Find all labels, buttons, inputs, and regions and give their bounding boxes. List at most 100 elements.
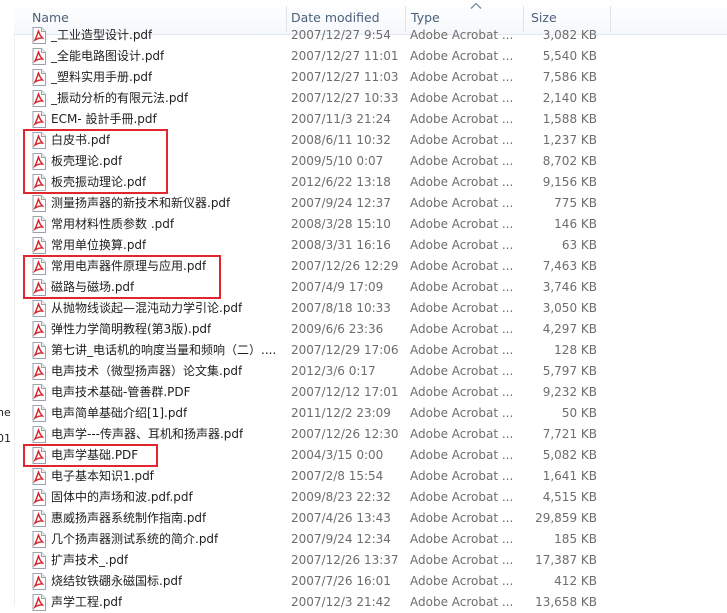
file-row[interactable]: 磁路与磁场.pdf 2007/4/9 17:09 Adobe Acrobat ...… <box>14 277 727 298</box>
file-size: 8,702 KB <box>542 154 597 168</box>
file-size: 3,082 KB <box>542 28 597 42</box>
file-name[interactable]: _全能电路图设计.pdf <box>51 46 164 67</box>
file-date-modified: 2007/11/3 21:24 <box>291 112 391 126</box>
file-row[interactable]: _工业造型设计.pdf 2007/12/27 9:54 Adobe Acrobat … <box>14 25 727 46</box>
file-type: Adobe Acrobat ... <box>410 364 514 378</box>
file-type: Adobe Acrobat ... <box>410 28 514 42</box>
file-name[interactable]: 固体中的声场和波.pdf.pdf <box>51 487 193 508</box>
file-size: 9,232 KB <box>542 385 597 399</box>
file-row[interactable]: ECM- 設計手冊.pdf 2007/11/3 21:24 Adobe Acroba… <box>14 109 727 130</box>
pdf-file-icon <box>32 594 46 611</box>
pdf-file-icon <box>32 573 46 590</box>
file-name[interactable]: 板壳理论.pdf <box>51 151 122 172</box>
left-pane-text-fragment: 01 <box>0 432 11 445</box>
file-name[interactable]: 烧结钕铁硼永磁国标.pdf <box>51 571 182 592</box>
file-row[interactable]: 板壳振动理论.pdf 2012/6/22 13:18 Adobe Acrobat .… <box>14 172 727 193</box>
file-name[interactable]: 测量扬声器的新技术和新仪器.pdf <box>51 193 230 214</box>
file-row[interactable]: 从抛物线谈起—混沌动力学引论.pdf 2007/8/18 10:33 Adobe A… <box>14 298 727 319</box>
file-size: 1,237 KB <box>542 133 597 147</box>
file-row[interactable]: 常用单位换算.pdf 2008/3/31 16:16 Adobe Acrobat .… <box>14 235 727 256</box>
file-name[interactable]: 常用单位换算.pdf <box>51 235 146 256</box>
file-type: Adobe Acrobat ... <box>410 280 514 294</box>
file-name[interactable]: 板壳振动理论.pdf <box>51 172 146 193</box>
file-date-modified: 2008/3/28 15:10 <box>291 217 391 231</box>
pdf-file-icon <box>32 195 46 212</box>
file-type: Adobe Acrobat ... <box>410 385 514 399</box>
pdf-file-icon <box>32 279 46 296</box>
file-name[interactable]: 几个扬声器测试系统的简介.pdf <box>51 529 218 550</box>
pdf-file-icon <box>32 405 46 422</box>
file-name[interactable]: 电声学---传声器、耳机和扬声器.pdf <box>51 424 243 445</box>
file-date-modified: 2007/12/27 11:01 <box>291 49 399 63</box>
file-row[interactable]: _塑料实用手册.pdf 2007/12/27 11:03 Adobe Acrobat… <box>14 67 727 88</box>
file-name[interactable]: 扩声技术_.pdf <box>51 550 128 571</box>
file-name[interactable]: 声学工程.pdf <box>51 592 122 613</box>
pdf-file-icon <box>32 237 46 254</box>
file-name[interactable]: 电声技术基础-管善群.PDF <box>51 382 191 403</box>
pdf-file-icon <box>32 300 46 317</box>
file-type: Adobe Acrobat ... <box>410 175 514 189</box>
file-name[interactable]: _塑料实用手册.pdf <box>51 67 152 88</box>
file-name[interactable]: _工业造型设计.pdf <box>51 25 152 46</box>
file-row[interactable]: 电声技术（微型扬声器）论文集.pdf 2012/3/6 0:17 Adobe Acr… <box>14 361 727 382</box>
file-type: Adobe Acrobat ... <box>410 112 514 126</box>
file-row[interactable]: 电声技术基础-管善群.PDF 2007/12/12 17:01 Adobe Acro… <box>14 382 727 403</box>
file-type: Adobe Acrobat ... <box>410 427 514 441</box>
file-name[interactable]: 从抛物线谈起—混沌动力学引论.pdf <box>51 298 242 319</box>
file-size: 5,797 KB <box>542 364 597 378</box>
file-date-modified: 2007/8/18 10:33 <box>291 301 391 315</box>
file-row[interactable]: 烧结钕铁硼永磁国标.pdf 2007/7/26 16:01 Adobe Acroba… <box>14 571 727 592</box>
file-row[interactable]: _振动分析的有限元法.pdf 2007/12/27 10:33 Adobe Acro… <box>14 88 727 109</box>
file-size: 9,156 KB <box>542 175 597 189</box>
file-row[interactable]: 常用电声器件原理与应用.pdf 2007/12/26 12:29 Adobe Acr… <box>14 256 727 277</box>
file-row[interactable]: 电子基本知识1.pdf 2007/2/8 15:54 Adobe Acrobat .… <box>14 466 727 487</box>
file-type: Adobe Acrobat ... <box>410 490 514 504</box>
file-date-modified: 2007/12/26 13:37 <box>291 553 399 567</box>
file-date-modified: 2007/12/27 9:54 <box>291 28 391 42</box>
file-date-modified: 2012/6/22 13:18 <box>291 175 391 189</box>
file-row[interactable]: 白皮书.pdf 2008/6/11 10:32 Adobe Acrobat ... 1… <box>14 130 727 151</box>
file-name[interactable]: _振动分析的有限元法.pdf <box>51 88 188 109</box>
file-name[interactable]: 白皮书.pdf <box>51 130 110 151</box>
file-date-modified: 2007/12/3 21:42 <box>291 595 391 609</box>
file-name[interactable]: 弹性力学简明教程(第3版).pdf <box>51 319 211 340</box>
pdf-file-icon <box>32 132 46 149</box>
file-name[interactable]: 电声学基础.PDF <box>51 445 138 466</box>
file-date-modified: 2009/6/6 23:36 <box>291 322 384 336</box>
file-row[interactable]: 电声学基础.PDF 2004/3/15 0:00 Adobe Acrobat ...… <box>14 445 727 466</box>
file-row[interactable]: 测量扬声器的新技术和新仪器.pdf 2007/9/24 12:37 Adobe Ac… <box>14 193 727 214</box>
file-name[interactable]: 电声简单基础介绍[1].pdf <box>51 403 187 424</box>
file-name[interactable]: ECM- 設計手冊.pdf <box>51 109 157 130</box>
file-date-modified: 2007/7/26 16:01 <box>291 574 391 588</box>
file-name[interactable]: 常用材料性质参数 .pdf <box>51 214 174 235</box>
file-row[interactable]: 电声学---传声器、耳机和扬声器.pdf 2007/12/26 12:30 Adob… <box>14 424 727 445</box>
file-size: 146 KB <box>554 217 597 231</box>
file-name[interactable]: 磁路与磁场.pdf <box>51 277 134 298</box>
file-row[interactable]: 固体中的声场和波.pdf.pdf 2009/8/23 22:32 Adobe Acr… <box>14 487 727 508</box>
file-name[interactable]: 电子基本知识1.pdf <box>51 466 154 487</box>
pdf-file-icon <box>32 384 46 401</box>
file-date-modified: 2007/9/24 12:37 <box>291 196 391 210</box>
file-type: Adobe Acrobat ... <box>410 469 514 483</box>
file-size: 50 KB <box>561 406 597 420</box>
file-type: Adobe Acrobat ... <box>410 133 514 147</box>
file-name[interactable]: 电声技术（微型扬声器）论文集.pdf <box>51 361 242 382</box>
file-row[interactable]: 第七讲_电话机的响度当量和频响（二）.... 2007/12/29 17:06 Ad… <box>14 340 727 361</box>
file-row[interactable]: _全能电路图设计.pdf 2007/12/27 11:01 Adobe Acroba… <box>14 46 727 67</box>
file-row[interactable]: 声学工程.pdf 2007/12/3 21:42 Adobe Acrobat ...… <box>14 592 727 613</box>
pdf-file-icon <box>32 111 46 128</box>
file-type: Adobe Acrobat ... <box>410 532 514 546</box>
file-name[interactable]: 常用电声器件原理与应用.pdf <box>51 256 206 277</box>
file-row[interactable]: 常用材料性质参数 .pdf 2008/3/28 15:10 Adobe Acroba… <box>14 214 727 235</box>
file-name[interactable]: 第七讲_电话机的响度当量和频响（二）.... <box>51 340 276 361</box>
sort-up-arrow-icon <box>470 2 482 9</box>
file-row[interactable]: 电声简单基础介绍[1].pdf 2011/12/2 23:09 Adobe Acro… <box>14 403 727 424</box>
file-row[interactable]: 扩声技术_.pdf 2007/12/26 13:37 Adobe Acrobat .… <box>14 550 727 571</box>
file-row[interactable]: 几个扬声器测试系统的简介.pdf 2007/9/24 12:34 Adobe Acr… <box>14 529 727 550</box>
file-row[interactable]: 弹性力学简明教程(第3版).pdf 2009/6/6 23:36 Adobe Acr… <box>14 319 727 340</box>
file-row[interactable]: 惠威扬声器系统制作指南.pdf 2007/4/26 13:43 Adobe Acro… <box>14 508 727 529</box>
pdf-file-icon <box>32 48 46 65</box>
file-row[interactable]: 板壳理论.pdf 2009/5/10 0:07 Adobe Acrobat ... 8… <box>14 151 727 172</box>
file-name[interactable]: 惠威扬声器系统制作指南.pdf <box>51 508 206 529</box>
pdf-file-icon <box>32 363 46 380</box>
